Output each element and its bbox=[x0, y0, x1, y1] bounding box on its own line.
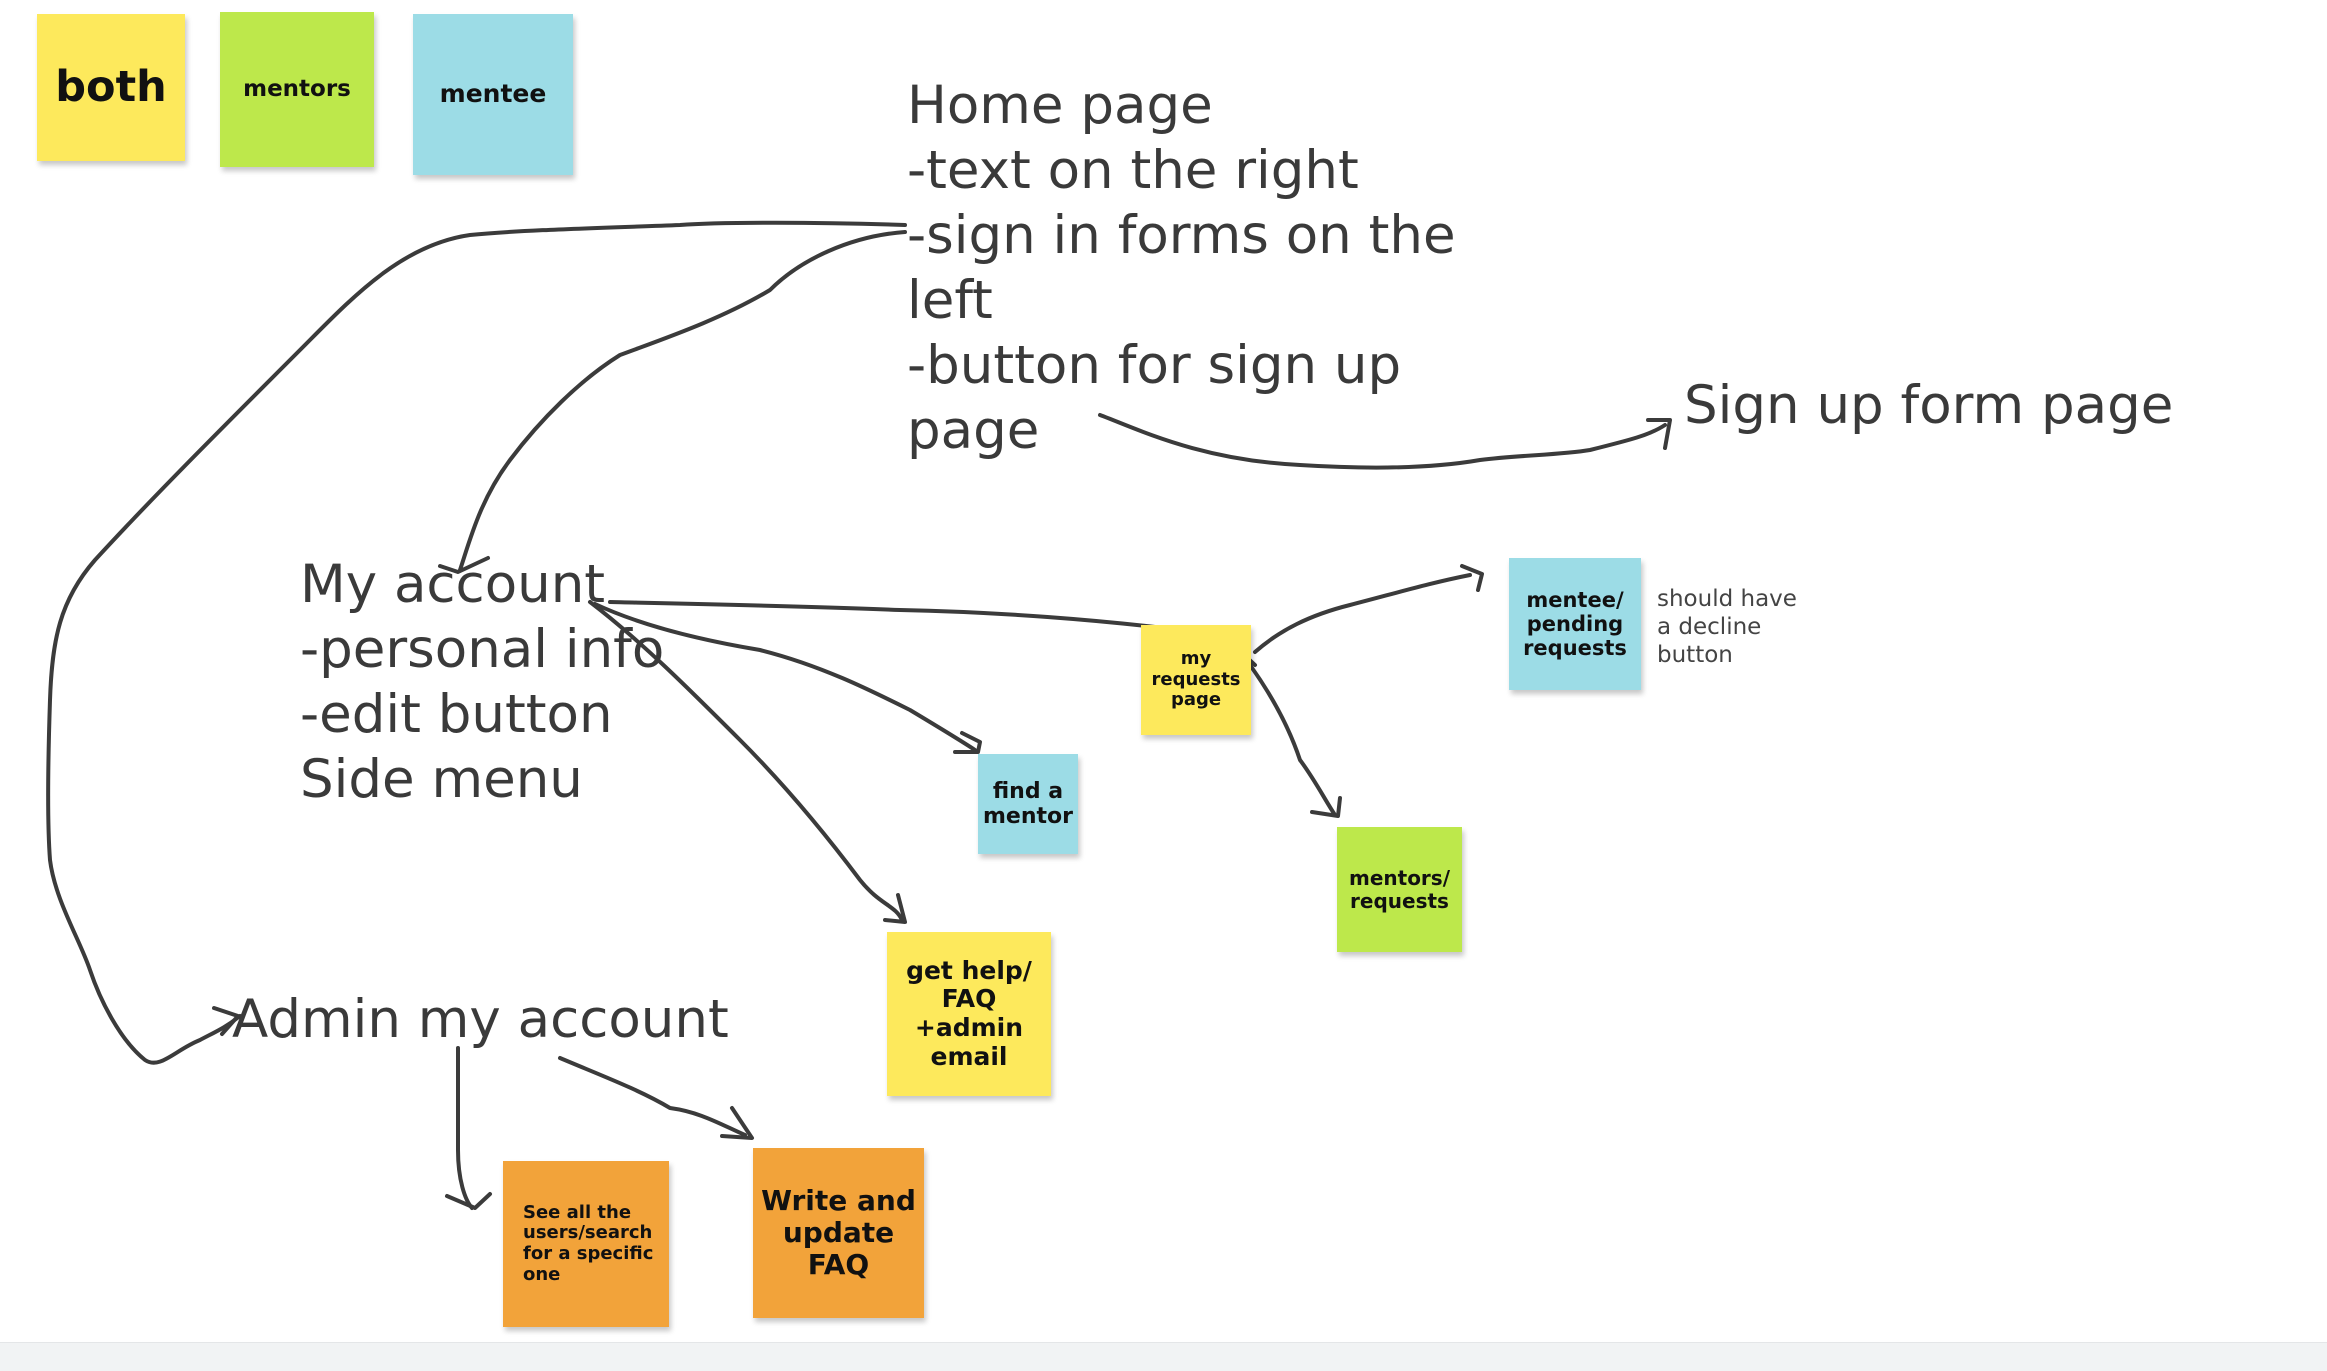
sign-up-form-page-note[interactable]: Sign up form page bbox=[1684, 373, 2284, 438]
find-a-mentor-sticky[interactable]: find a mentor bbox=[978, 754, 1078, 854]
whiteboard-canvas[interactable]: both mentors mentee Home page -text on t… bbox=[0, 0, 2327, 1370]
arrow-home-to-myaccount bbox=[458, 230, 907, 572]
arrow-admin-to-seeallusers bbox=[455, 1046, 474, 1210]
arrowhead-signup bbox=[1646, 418, 1672, 450]
arrowhead-writefaq bbox=[720, 1106, 754, 1140]
home-page-note[interactable]: Home page -text on the right -sign in fo… bbox=[907, 73, 1487, 463]
arrowhead-findmentor bbox=[953, 731, 982, 754]
arrow-requests-to-mentors-requests bbox=[1248, 663, 1337, 817]
legend-mentee-label: mentee bbox=[439, 79, 547, 109]
arrowhead-mentors-requests bbox=[1310, 796, 1342, 818]
decline-button-note[interactable]: should have a decline button bbox=[1657, 585, 1817, 669]
arrowhead-gethelp bbox=[883, 893, 907, 924]
see-all-users-label: See all the users/search for a specific … bbox=[523, 1201, 654, 1285]
mentors-requests-sticky[interactable]: mentors/ requests bbox=[1337, 827, 1462, 952]
my-account-note[interactable]: My account -personal info -edit button S… bbox=[300, 552, 780, 812]
legend-both-sticky[interactable]: both bbox=[37, 14, 185, 161]
legend-mentors-label: mentors bbox=[243, 76, 351, 103]
arrowhead-seeallusers bbox=[445, 1192, 492, 1210]
arrowhead-mentee-pending bbox=[1460, 564, 1484, 592]
write-update-faq-label: Write and update FAQ bbox=[761, 1183, 916, 1282]
my-requests-page-sticky[interactable]: my requests page bbox=[1141, 625, 1251, 735]
write-update-faq-sticky[interactable]: Write and update FAQ bbox=[753, 1148, 924, 1318]
legend-mentors-sticky[interactable]: mentors bbox=[220, 12, 374, 167]
legend-mentee-sticky[interactable]: mentee bbox=[413, 14, 573, 175]
mentee-pending-requests-label: mentee/ pending requests bbox=[1523, 587, 1627, 661]
get-help-faq-label: get help/ FAQ +admin email bbox=[906, 955, 1032, 1071]
my-requests-page-label: my requests page bbox=[1151, 647, 1241, 711]
admin-my-account-note[interactable]: Admin my account bbox=[232, 987, 752, 1052]
get-help-faq-sticky[interactable]: get help/ FAQ +admin email bbox=[887, 932, 1051, 1096]
bottom-scroll-bar[interactable] bbox=[0, 1342, 2327, 1371]
legend-both-label: both bbox=[55, 61, 167, 112]
arrow-requests-to-mentee-pending bbox=[1253, 573, 1472, 654]
arrow-admin-to-writefaq bbox=[558, 1056, 747, 1137]
mentors-requests-label: mentors/ requests bbox=[1348, 865, 1450, 913]
see-all-users-sticky[interactable]: See all the users/search for a specific … bbox=[503, 1161, 669, 1327]
find-a-mentor-label: find a mentor bbox=[983, 778, 1073, 829]
mentee-pending-requests-sticky[interactable]: mentee/ pending requests bbox=[1509, 558, 1641, 690]
